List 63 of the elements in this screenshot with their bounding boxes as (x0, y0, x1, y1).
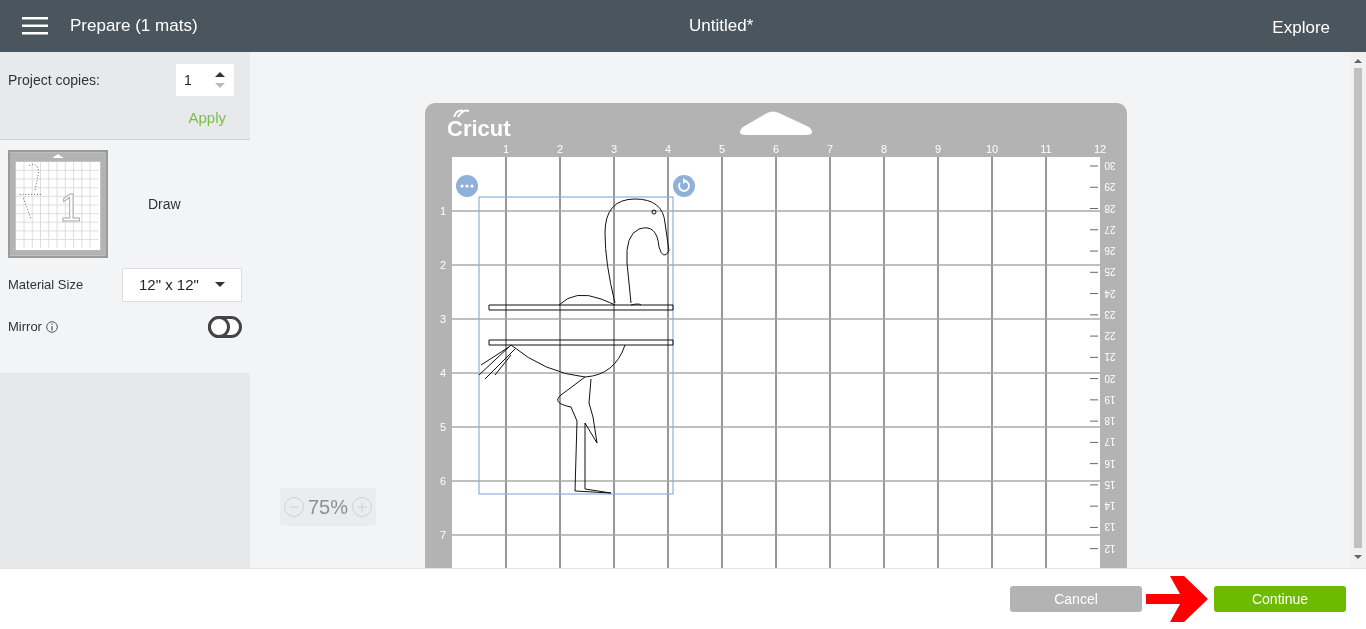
mat-label: Draw (148, 194, 181, 214)
copies-label: Project copies: (8, 70, 100, 90)
ruler-number: 22 (1104, 330, 1116, 342)
zoom-control: 75% (280, 488, 376, 526)
ruler-number: 27 (1104, 223, 1116, 235)
arrow-icon (1146, 574, 1210, 624)
ruler-number: 3 (610, 143, 618, 155)
document-title: Untitled* (688, 15, 755, 38)
ruler-number: 7 (826, 143, 834, 155)
ruler-number: 4 (664, 143, 672, 155)
ruler-number: 16 (1104, 457, 1116, 469)
ruler-number: 28 (1104, 202, 1116, 214)
copies-field[interactable]: 1 (176, 64, 234, 96)
mat-thumbnail[interactable]: 1 (8, 150, 108, 258)
explore-link[interactable]: Explore (1272, 15, 1330, 41)
logo: Cricut (447, 116, 511, 141)
ruler-number: 9 (934, 143, 942, 155)
ruler-number: 29 (1104, 181, 1116, 193)
scroll-up-icon[interactable] (1354, 58, 1362, 64)
ruler-number: 5 (718, 143, 726, 155)
ruler-number: 26 (1104, 245, 1116, 257)
ruler-number: 6 (439, 475, 446, 487)
ruler-number: 23 (1104, 308, 1116, 320)
ruler-number: 20 (1104, 372, 1116, 384)
ruler-number: 15 (1104, 478, 1116, 490)
ruler-number: 7 (439, 529, 446, 541)
ruler-number: 25 (1104, 266, 1116, 278)
ruler-number: 11 (1040, 143, 1052, 155)
mirror-toggle[interactable] (208, 316, 242, 338)
ruler-number: 12 (1104, 542, 1116, 554)
ruler-number: 13 (1104, 521, 1116, 533)
ruler-number: 12 (1093, 143, 1107, 155)
ruler-number: 18 (1104, 415, 1116, 427)
ruler-number: 5 (439, 421, 446, 433)
ruler-number: 1 (502, 143, 510, 155)
ruler-number: 6 (772, 143, 780, 155)
ruler-number: 30 (1104, 160, 1116, 171)
material-size-label: Material Size (8, 276, 84, 295)
material-size-dropdown[interactable]: 12" x 12" (122, 268, 242, 302)
ruler-number: 19 (1104, 393, 1116, 405)
ruler-number: 1 (439, 205, 446, 217)
ruler-number: 17 (1104, 436, 1116, 448)
scroll-down-icon[interactable] (1354, 554, 1362, 560)
continue-button[interactable]: Continue (1214, 586, 1346, 612)
spinner-arrows-icon[interactable] (214, 69, 226, 91)
apply-link[interactable]: Apply (188, 109, 226, 126)
info-icon[interactable] (45, 321, 58, 333)
ruler-number: 14 (1104, 500, 1116, 512)
ruler-number: 24 (1104, 287, 1116, 299)
ruler-number: 8 (880, 143, 888, 155)
ruler-number: 21 (1104, 351, 1116, 363)
ruler-number: 2 (556, 143, 564, 155)
ruler-number: 4 (439, 367, 446, 379)
ruler-number: 3 (439, 313, 446, 325)
cancel-button[interactable]: Cancel (1010, 586, 1142, 612)
ruler-number: 2 (439, 259, 446, 271)
mat-number: 1 (59, 186, 82, 230)
caret-icon[interactable] (215, 282, 225, 288)
menu-icon[interactable] (22, 17, 48, 35)
page-title: Prepare (1 mats) (70, 15, 199, 38)
scrollbar[interactable] (1350, 52, 1366, 568)
ruler-number: 10 (985, 143, 999, 155)
mirror-label: Mirror (8, 318, 42, 337)
